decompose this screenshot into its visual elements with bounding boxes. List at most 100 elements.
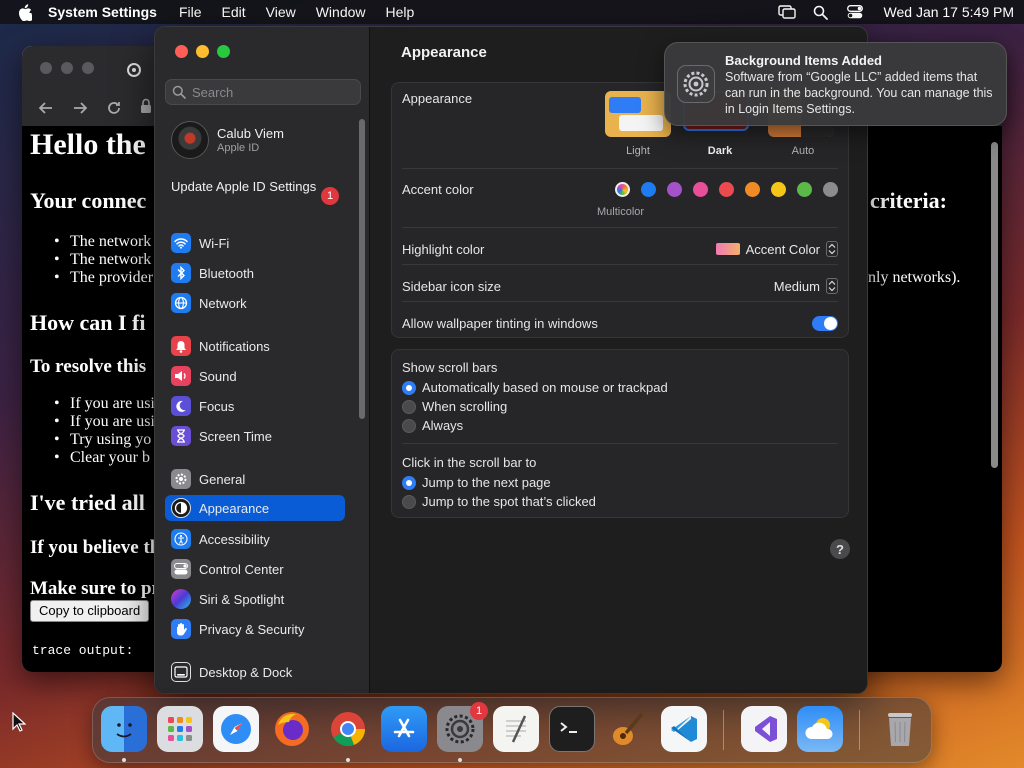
sidebar-item-bluetooth[interactable]: Bluetooth	[165, 260, 345, 286]
browser-tab-favicon-icon[interactable]	[126, 62, 142, 78]
browser-close-button[interactable]	[40, 62, 52, 74]
close-button[interactable]	[175, 45, 188, 58]
sidebar-scrollbar[interactable]	[359, 119, 365, 419]
browser-minimize-button[interactable]	[61, 62, 73, 74]
sidebar-item-label: Focus	[199, 398, 235, 414]
menu-view[interactable]: View	[266, 4, 296, 20]
theme-light-label[interactable]: Light	[605, 145, 671, 157]
sidebar-item-label: Appearance	[199, 500, 270, 516]
safari-icon[interactable]	[213, 706, 259, 752]
jump-next-page-radio[interactable]: Jump to the next page	[402, 475, 551, 490]
help-button[interactable]: ?	[830, 539, 850, 559]
sidebar-item-focus[interactable]: Focus	[165, 393, 345, 419]
search-field[interactable]	[165, 79, 361, 105]
terminal-icon[interactable]	[549, 706, 595, 752]
accent-yellow-swatch[interactable]	[771, 182, 786, 197]
accent-green-swatch[interactable]	[797, 182, 812, 197]
accent-blue-swatch[interactable]	[641, 182, 656, 197]
highlight-swatch	[715, 243, 740, 255]
sidebar-item-notifications[interactable]: Notifications	[165, 333, 345, 359]
sidebar-item-label: Notifications	[199, 338, 270, 354]
theme-dark-label[interactable]: Dark	[687, 145, 753, 157]
reload-icon[interactable]	[104, 98, 124, 118]
accent-orange-swatch[interactable]	[745, 182, 760, 197]
radio-unselected[interactable]	[402, 399, 416, 414]
trash-icon[interactable]	[877, 706, 923, 752]
zoom-button[interactable]	[217, 45, 230, 58]
radio-unselected[interactable]	[402, 494, 416, 509]
launchpad-icon[interactable]	[157, 706, 203, 752]
sidebar-item-network[interactable]: Network	[165, 290, 345, 316]
accent-purple-swatch[interactable]	[667, 182, 682, 197]
sidebar-item-label: Network	[199, 295, 247, 311]
apple-id-account[interactable]: Calub Viem Apple ID	[171, 121, 284, 159]
menu-edit[interactable]: Edit	[222, 4, 246, 20]
menu-clock[interactable]: Wed Jan 17 5:49 PM	[884, 4, 1014, 20]
account-subtitle: Apple ID	[217, 142, 260, 154]
menu-window[interactable]: Window	[316, 4, 366, 20]
vscode-icon[interactable]	[661, 706, 707, 752]
sidebar-item-general[interactable]: General	[165, 466, 345, 492]
accent-color-swatches	[615, 182, 841, 198]
theme-light-thumbnail[interactable]	[605, 91, 671, 137]
sidebar-item-label: Sound	[199, 368, 237, 384]
resolve-heading: To resolve this	[30, 356, 147, 377]
firefox-icon[interactable]	[269, 706, 315, 752]
menu-app-name[interactable]: System Settings	[48, 4, 157, 20]
wallpaper-tinting-toggle[interactable]	[812, 316, 838, 331]
visual-studio-icon[interactable]	[741, 706, 787, 752]
garageband-icon[interactable]	[605, 706, 651, 752]
settings-sidebar: Calub Viem Apple ID Update Apple ID Sett…	[155, 27, 370, 693]
minimize-button[interactable]	[196, 45, 209, 58]
list-item: If you are usi	[54, 395, 155, 413]
sidebar-icon-size-popup[interactable]: Medium	[774, 278, 838, 294]
sidebar-item-privacy-security[interactable]: Privacy & Security	[165, 616, 345, 642]
sidebar-item-sound[interactable]: Sound	[165, 363, 345, 389]
update-apple-id-settings[interactable]: Update Apple ID Settings	[171, 179, 343, 195]
radio-unselected[interactable]	[402, 418, 416, 433]
networks-text-fragment: nly networks).	[868, 269, 961, 286]
scroll-bars-auto-radio[interactable]: Automatically based on mouse or trackpad	[402, 380, 668, 395]
sidebar-item-desktop-dock[interactable]: Desktop & Dock	[165, 659, 345, 685]
sidebar-item-wifi[interactable]: Wi-Fi	[165, 230, 345, 256]
sidebar-item-siri-spotlight[interactable]: Siri & Spotlight	[165, 586, 345, 612]
highlight-color-popup[interactable]: Accent Color	[715, 241, 838, 257]
accent-graphite-swatch[interactable]	[823, 182, 838, 197]
menu-file[interactable]: File	[179, 4, 202, 20]
bell-icon	[171, 336, 191, 356]
sidebar-item-screen-time[interactable]: Screen Time	[165, 423, 345, 449]
radio-selected[interactable]	[402, 475, 416, 490]
jump-to-spot-radio[interactable]: Jump to the spot that’s clicked	[402, 494, 596, 509]
screen-mirroring-icon[interactable]	[777, 3, 796, 21]
radio-selected[interactable]	[402, 380, 416, 395]
weather-icon[interactable]	[797, 706, 843, 752]
browser-zoom-button[interactable]	[82, 62, 94, 74]
app-store-icon[interactable]	[381, 706, 427, 752]
page-title: Appearance	[401, 44, 487, 61]
highlight-value: Accent Color	[745, 241, 820, 257]
accent-pink-swatch[interactable]	[693, 182, 708, 197]
forward-arrow-icon[interactable]	[70, 98, 90, 118]
scroll-bars-when-scrolling-radio[interactable]: When scrolling	[402, 399, 507, 414]
theme-auto-label[interactable]: Auto	[770, 145, 836, 157]
apple-icon[interactable]	[16, 2, 34, 22]
accent-red-swatch[interactable]	[719, 182, 734, 197]
back-arrow-icon[interactable]	[36, 98, 56, 118]
sidebar-item-appearance[interactable]: Appearance	[165, 495, 345, 521]
trace-output-label: trace output:	[32, 643, 134, 658]
textedit-icon[interactable]	[493, 706, 539, 752]
copy-to-clipboard-button[interactable]: Copy to clipboard	[30, 600, 150, 622]
sidebar-item-accessibility[interactable]: Accessibility	[165, 526, 345, 552]
finder-icon[interactable]	[101, 706, 147, 752]
notification-banner[interactable]: Background Items Added Software from “Go…	[664, 42, 1007, 126]
connection-heading: Your connec	[30, 188, 147, 213]
chrome-icon[interactable]	[325, 706, 371, 752]
accent-multicolor-swatch[interactable]	[615, 182, 630, 197]
control-center-icon[interactable]	[846, 3, 864, 21]
menu-help[interactable]: Help	[386, 4, 415, 20]
spotlight-search-icon[interactable]	[812, 3, 830, 21]
scroll-bars-always-radio[interactable]: Always	[402, 418, 463, 433]
browser-scrollbar[interactable]	[991, 142, 998, 468]
sidebar-item-control-center[interactable]: Control Center	[165, 556, 345, 582]
search-input[interactable]	[192, 84, 352, 100]
